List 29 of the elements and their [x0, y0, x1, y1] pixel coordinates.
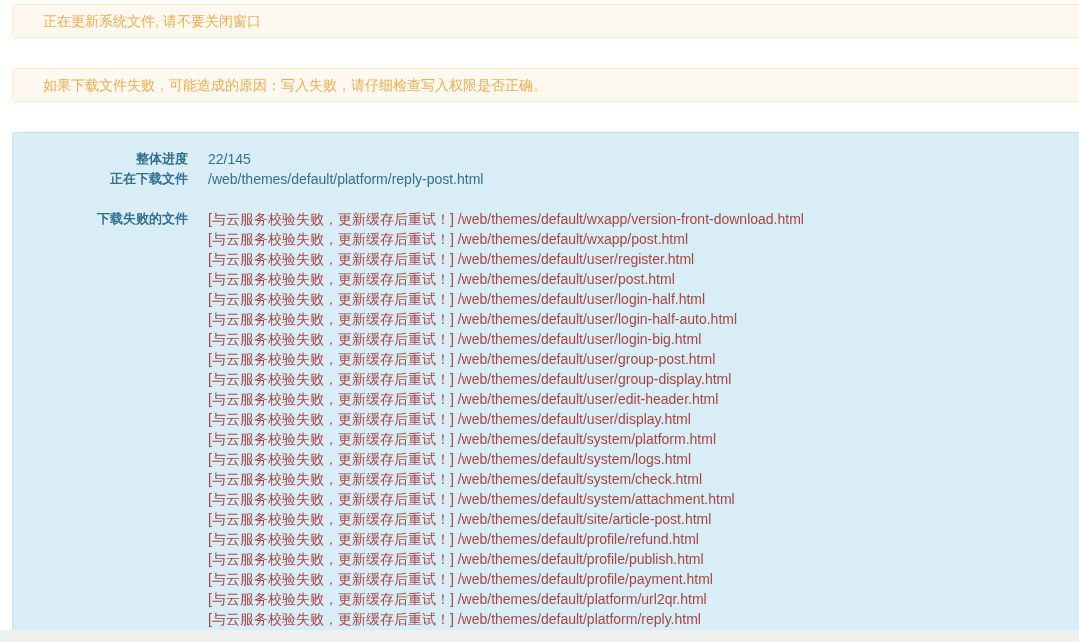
overall-progress-value: 22/145: [208, 150, 251, 169]
overall-progress-label: 整体进度: [135, 150, 189, 168]
failed-file-entry: [与云服务校验失败，更新缓存后重试！] /web/themes/default/user/group-display.html: [208, 370, 733, 389]
failed-file-entry: [与云服务校验失败，更新缓存后重试！] /web/themes/default/user/login-half-auto.html: [208, 310, 739, 329]
failed-file-entry: [与云服务校验失败，更新缓存后重试！] /web/themes/default/user/register.html: [208, 250, 696, 269]
failed-file-entry: [与云服务校验失败，更新缓存后重试！] /web/themes/default/platform/reply.html: [208, 610, 702, 629]
failed-file-entry: [与云服务校验失败，更新缓存后重试！] /web/themes/default/system/logs.html: [208, 450, 693, 469]
failed-file-entry: [与云服务校验失败，更新缓存后重试！] /web/themes/default/profile/payment.html: [208, 570, 714, 589]
current-file-label: 正在下载文件: [109, 170, 189, 188]
failed-file-entry: [与云服务校验失败，更新缓存后重试！] /web/themes/default/user/login-big.html: [208, 330, 703, 349]
failed-file-entry: [与云服务校验失败，更新缓存后重试！] /web/themes/default/user/group-post.html: [208, 350, 717, 369]
failed-file-entry: [与云服务校验失败，更新缓存后重试！] /web/themes/default/platform/url2qr.html: [208, 590, 708, 609]
warning-alert: 如果下载文件失败，可能造成的原因：写入失败，请仔细检查写入权限是否正确。: [12, 68, 1079, 102]
failed-file-entry: [与云服务校验失败，更新缓存后重试！] /web/themes/default/user/edit-header.html: [208, 390, 720, 409]
failed-file-entry: [与云服务校验失败，更新缓存后重试！] /web/themes/default/user/login-half.html: [208, 290, 707, 309]
failed-file-entry: [与云服务校验失败，更新缓存后重试！] /web/themes/default/system/platform.html: [208, 430, 717, 449]
failed-files-label: 下载失败的文件: [96, 210, 189, 228]
failed-file-entry: [与云服务校验失败，更新缓存后重试！] /web/themes/default/site/article-post.html: [208, 510, 713, 529]
failed-file-entry: [与云服务校验失败，更新缓存后重试！] /web/themes/default/user/display.html: [208, 410, 692, 429]
current-file-path: /web/themes/default/platform/reply-post.html: [208, 170, 484, 189]
failed-file-entry: [与云服务校验失败，更新缓存后重试！] /web/themes/default/user/post.html: [208, 270, 676, 289]
failed-file-entry: [与云服务校验失败，更新缓存后重试！] /web/themes/default/profile/refund.html: [208, 530, 700, 549]
warning-alert: 正在更新系统文件, 请不要关闭窗口: [12, 4, 1079, 38]
failed-file-entry: [与云服务校验失败，更新缓存后重试！] /web/themes/default/system/check.html: [208, 470, 703, 489]
failed-file-entry: [与云服务校验失败，更新缓存后重试！] /web/themes/default/system/attachment.html: [208, 490, 736, 509]
failed-file-entry: [与云服务校验失败，更新缓存后重试！] /web/themes/default/wxapp/post.html: [208, 230, 689, 249]
failed-file-entry: [与云服务校验失败，更新缓存后重试！] /web/themes/default/wxapp/version-front-download.html: [208, 210, 804, 229]
horizontal-scrollbar[interactable]: [0, 630, 1079, 642]
failed-file-entry: [与云服务校验失败，更新缓存后重试！] /web/themes/default/profile/publish.html: [208, 550, 705, 569]
